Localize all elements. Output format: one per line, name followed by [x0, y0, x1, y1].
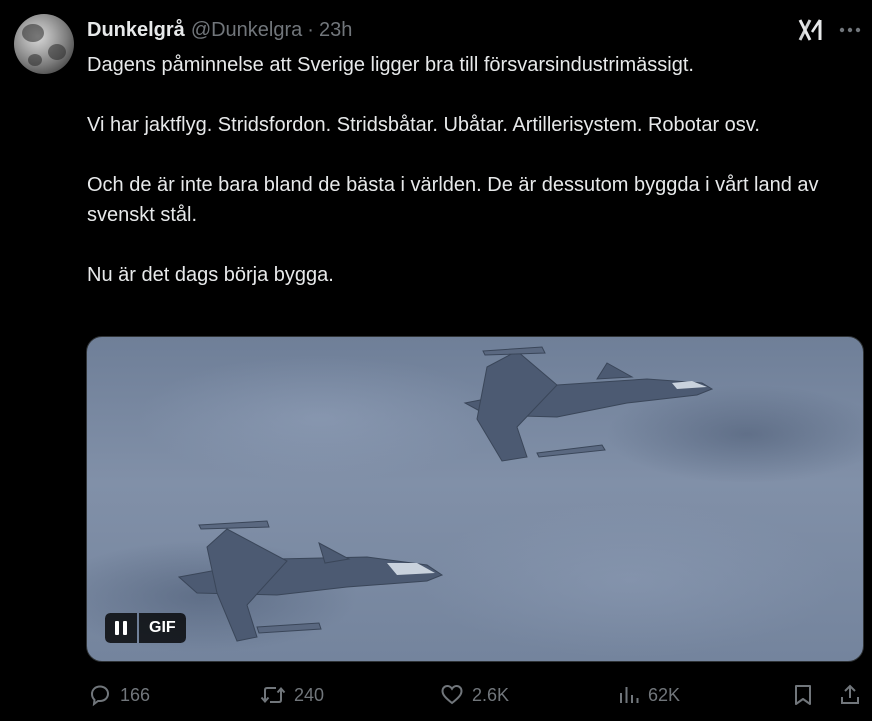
pause-button[interactable] [105, 613, 137, 643]
reply-button[interactable]: 166 [88, 680, 150, 710]
views-button[interactable]: 62K [618, 680, 680, 710]
grok-button[interactable] [795, 16, 825, 44]
repost-button[interactable]: 240 [260, 680, 324, 710]
gif-label: GIF [139, 613, 186, 643]
like-count: 2.6K [472, 684, 510, 705]
share-icon [841, 684, 859, 704]
repost-icon [260, 686, 286, 704]
jet-upper [463, 346, 714, 462]
like-button[interactable]: 2.6K [440, 680, 509, 710]
share-button[interactable] [838, 680, 862, 710]
gif-badge: GIF [105, 613, 186, 643]
bookmark-icon [795, 685, 811, 705]
fighter-jets-image [177, 346, 714, 642]
view-count: 62K [648, 684, 681, 705]
separator-dot: · [307, 18, 314, 41]
grok-icon [798, 19, 822, 41]
user-handle[interactable]: @Dunkelgra [191, 19, 302, 42]
timestamp[interactable]: 23h [319, 19, 352, 42]
tweet-paragraph: Vi har jaktflyg. Stridsfordon. Stridsbåt… [87, 114, 760, 136]
tweet-header: Dunkelgrå @Dunkelgra · 23h [87, 16, 352, 44]
pause-icon [115, 621, 119, 635]
tweet-paragraph: Dagens påminnelse att Sverige ligger bra… [87, 54, 694, 76]
heart-icon [441, 684, 463, 705]
more-icon [839, 27, 861, 33]
tweet-paragraph: Nu är det dags börja bygga. [87, 264, 334, 286]
tweet-paragraph: Och de är inte bara bland de bästa i vär… [87, 174, 819, 226]
reply-count: 166 [120, 684, 151, 705]
gif-media[interactable]: GIF [86, 336, 864, 662]
views-icon [620, 687, 639, 703]
action-bar: 166 240 2.6K 62K [0, 680, 872, 710]
jet-lower [177, 520, 444, 642]
repost-count: 240 [294, 684, 325, 705]
tweet-text: Dagens påminnelse att Sverige ligger bra… [87, 50, 847, 290]
reply-icon [90, 685, 110, 707]
avatar[interactable] [14, 14, 74, 74]
bookmark-button[interactable] [792, 680, 814, 710]
display-name[interactable]: Dunkelgrå [87, 19, 185, 42]
more-options-button[interactable] [836, 16, 864, 44]
